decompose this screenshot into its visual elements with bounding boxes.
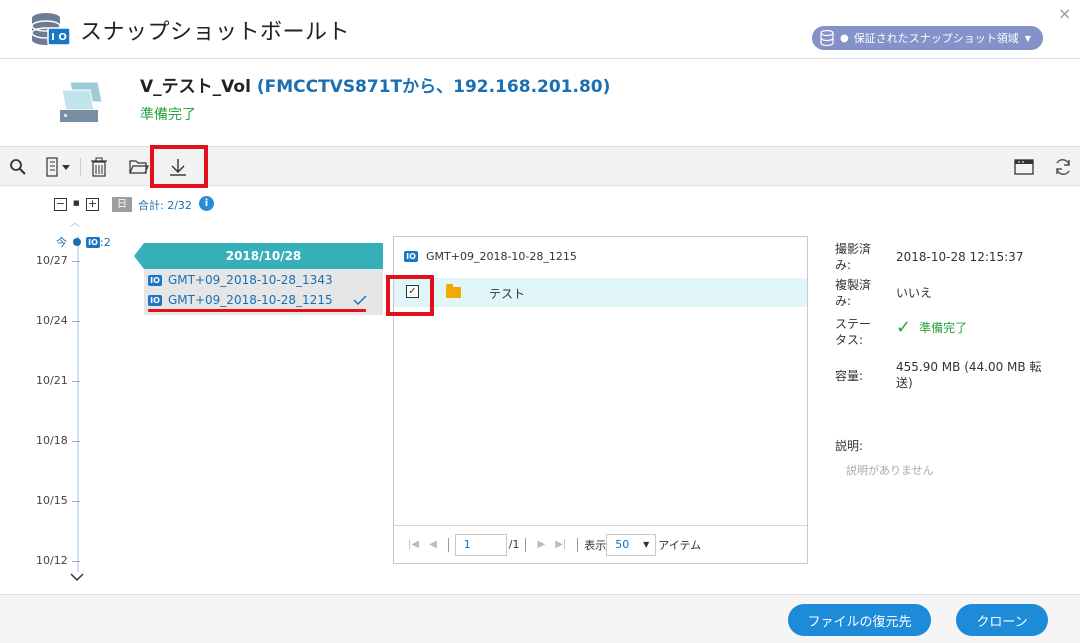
timeline-tick: 10/21 <box>36 374 68 387</box>
date-card-pointer <box>134 243 144 269</box>
svg-text:I O: I O <box>51 32 67 43</box>
items-per-page-select[interactable]: 50 ▼ <box>606 533 657 556</box>
timeline-tick-mark <box>72 441 80 442</box>
first-page-icon[interactable]: |◀ <box>408 539 419 550</box>
file-browser-snapshot-name: GMT+09_2018-10-28_1215 <box>426 250 577 263</box>
day-scale-chip[interactable]: 日 <box>112 197 132 212</box>
refresh-icon[interactable] <box>1051 155 1075 179</box>
highlight-selected-underline <box>148 309 366 312</box>
page-total: /1 <box>508 538 520 551</box>
footer-divider <box>0 594 1080 595</box>
close-icon[interactable]: × <box>1058 4 1071 23</box>
search-icon[interactable] <box>6 155 30 179</box>
database-icon <box>820 30 834 46</box>
toolbar-divider <box>80 158 81 176</box>
highlight-checkbox-box <box>386 275 434 316</box>
prev-page-icon[interactable]: ◀ <box>429 539 437 550</box>
taken-value: 2018-10-28 12:15:37 <box>896 250 1024 264</box>
header-divider <box>0 58 1080 59</box>
capacity-label: 容量: <box>835 369 864 383</box>
snapshot-item-selected[interactable]: IO GMT+09_2018-10-28_1215 <box>148 291 373 309</box>
timeline-count-text: :2 <box>100 236 111 249</box>
volume-name: V_テスト_Vol <box>140 77 251 97</box>
timeline-tick: 10/24 <box>36 314 68 327</box>
restore-files-button[interactable]: ファイルの復元先 <box>788 604 931 636</box>
volume-icon <box>56 80 104 124</box>
zoom-dot-icon: ■ <box>73 199 80 207</box>
timeline-tick: 10/18 <box>36 434 68 447</box>
file-browser-header: IO GMT+09_2018-10-28_1215 <box>404 250 577 263</box>
snapshot-icon: IO <box>86 237 100 248</box>
info-icon[interactable]: i <box>199 196 214 211</box>
snapshot-icon: IO <box>148 294 162 306</box>
chevron-down-icon[interactable] <box>69 570 85 586</box>
status-text: 準備完了 <box>919 321 968 335</box>
timeline-axis <box>77 236 79 572</box>
chevron-down-icon: ▼ <box>643 540 650 549</box>
file-row[interactable]: ✓ テスト <box>394 278 807 307</box>
description-label: 説明: <box>835 439 864 453</box>
timeline-tick-mark <box>72 501 80 502</box>
view-mode-icon[interactable] <box>44 155 74 179</box>
chevron-up-icon[interactable]: ︿ <box>70 214 80 229</box>
snapshot-icon: IO <box>404 251 418 262</box>
replicated-value: いいえ <box>896 286 933 300</box>
volume-source: (FMCCTVS871Tから、192.168.201.80) <box>256 77 611 97</box>
timeline-tick-mark <box>72 321 80 322</box>
description-value: 説明がありません <box>846 464 934 477</box>
timeline-tick-mark <box>72 381 80 382</box>
snapshot-total: 合計: 2/32 <box>138 199 192 212</box>
window-icon[interactable] <box>1012 155 1036 179</box>
timeline-tick: 10/27 <box>36 254 68 267</box>
snapshot-area-label: 保証されたスナップショット領域 <box>853 32 1019 45</box>
snapshot-item-name: GMT+09_2018-10-28_1215 <box>168 293 333 307</box>
highlight-download-box <box>150 145 208 188</box>
items-per-page-value: 50 <box>615 538 630 551</box>
expand-button[interactable]: + <box>86 198 99 211</box>
open-folder-icon[interactable] <box>127 155 151 179</box>
page-title: スナップショットボールト <box>80 20 351 45</box>
status-value: ✓ 準備完了 <box>896 317 1046 338</box>
checkmark-icon: ✓ <box>896 317 912 338</box>
folder-icon <box>446 284 461 298</box>
replicated-label: 複製済み: <box>835 278 872 308</box>
capacity-value: 455.90 MB (44.00 MB 転送) <box>896 360 1042 390</box>
timeline-tick-mark <box>72 261 80 262</box>
pagination: |◀ ◀ /1 ▶ ▶| 表示 50 ▼ アイテム <box>394 525 807 563</box>
items-label: アイテム <box>658 538 702 552</box>
status-label: ステータス: <box>835 317 872 347</box>
volume-status: 準備完了 <box>140 107 196 123</box>
date-card: 2018/10/28 IO GMT+09_2018-10-28_1343 IO … <box>134 243 383 315</box>
timeline-now-label: 今 <box>56 236 67 249</box>
taken-label: 撮影済み: <box>835 242 872 272</box>
delete-icon[interactable] <box>87 155 111 179</box>
file-row-name: テスト <box>489 287 526 301</box>
collapse-button[interactable]: − <box>54 198 67 211</box>
next-page-icon[interactable]: ▶ <box>537 539 545 550</box>
app-logo-icon: I O <box>28 10 72 50</box>
page-input[interactable] <box>454 533 507 556</box>
timeline-tick: 10/15 <box>36 494 68 507</box>
date-card-header: 2018/10/28 <box>144 243 383 269</box>
last-page-icon[interactable]: ▶| <box>555 539 566 550</box>
volume-title: V_テスト_Vol (FMCCTVS871Tから、192.168.201.80) <box>140 72 610 97</box>
check-icon <box>353 295 367 305</box>
clone-button[interactable]: クローン <box>956 604 1048 636</box>
timeline-now-dot <box>73 238 81 246</box>
snapshot-area-dropdown[interactable]: ● 保証されたスナップショット領域 ▼ <box>812 26 1043 50</box>
timeline-snapshot-count[interactable]: IO :2 <box>86 236 111 249</box>
timeline-tick: 10/12 <box>36 554 68 567</box>
pager-divider <box>447 537 449 552</box>
pager-divider <box>525 537 527 552</box>
snapshot-item[interactable]: IO GMT+09_2018-10-28_1343 <box>148 271 373 289</box>
pager-divider <box>577 537 579 552</box>
timeline-tick-mark <box>72 561 80 562</box>
bullet-icon: ● <box>840 32 849 44</box>
snapshot-icon: IO <box>148 274 162 286</box>
chevron-down-icon: ▼ <box>1024 33 1031 43</box>
snapshot-item-name: GMT+09_2018-10-28_1343 <box>168 273 333 287</box>
file-browser-panel: IO GMT+09_2018-10-28_1215 ✓ テスト |◀ ◀ /1 … <box>393 236 808 564</box>
show-label: 表示 <box>584 538 607 552</box>
